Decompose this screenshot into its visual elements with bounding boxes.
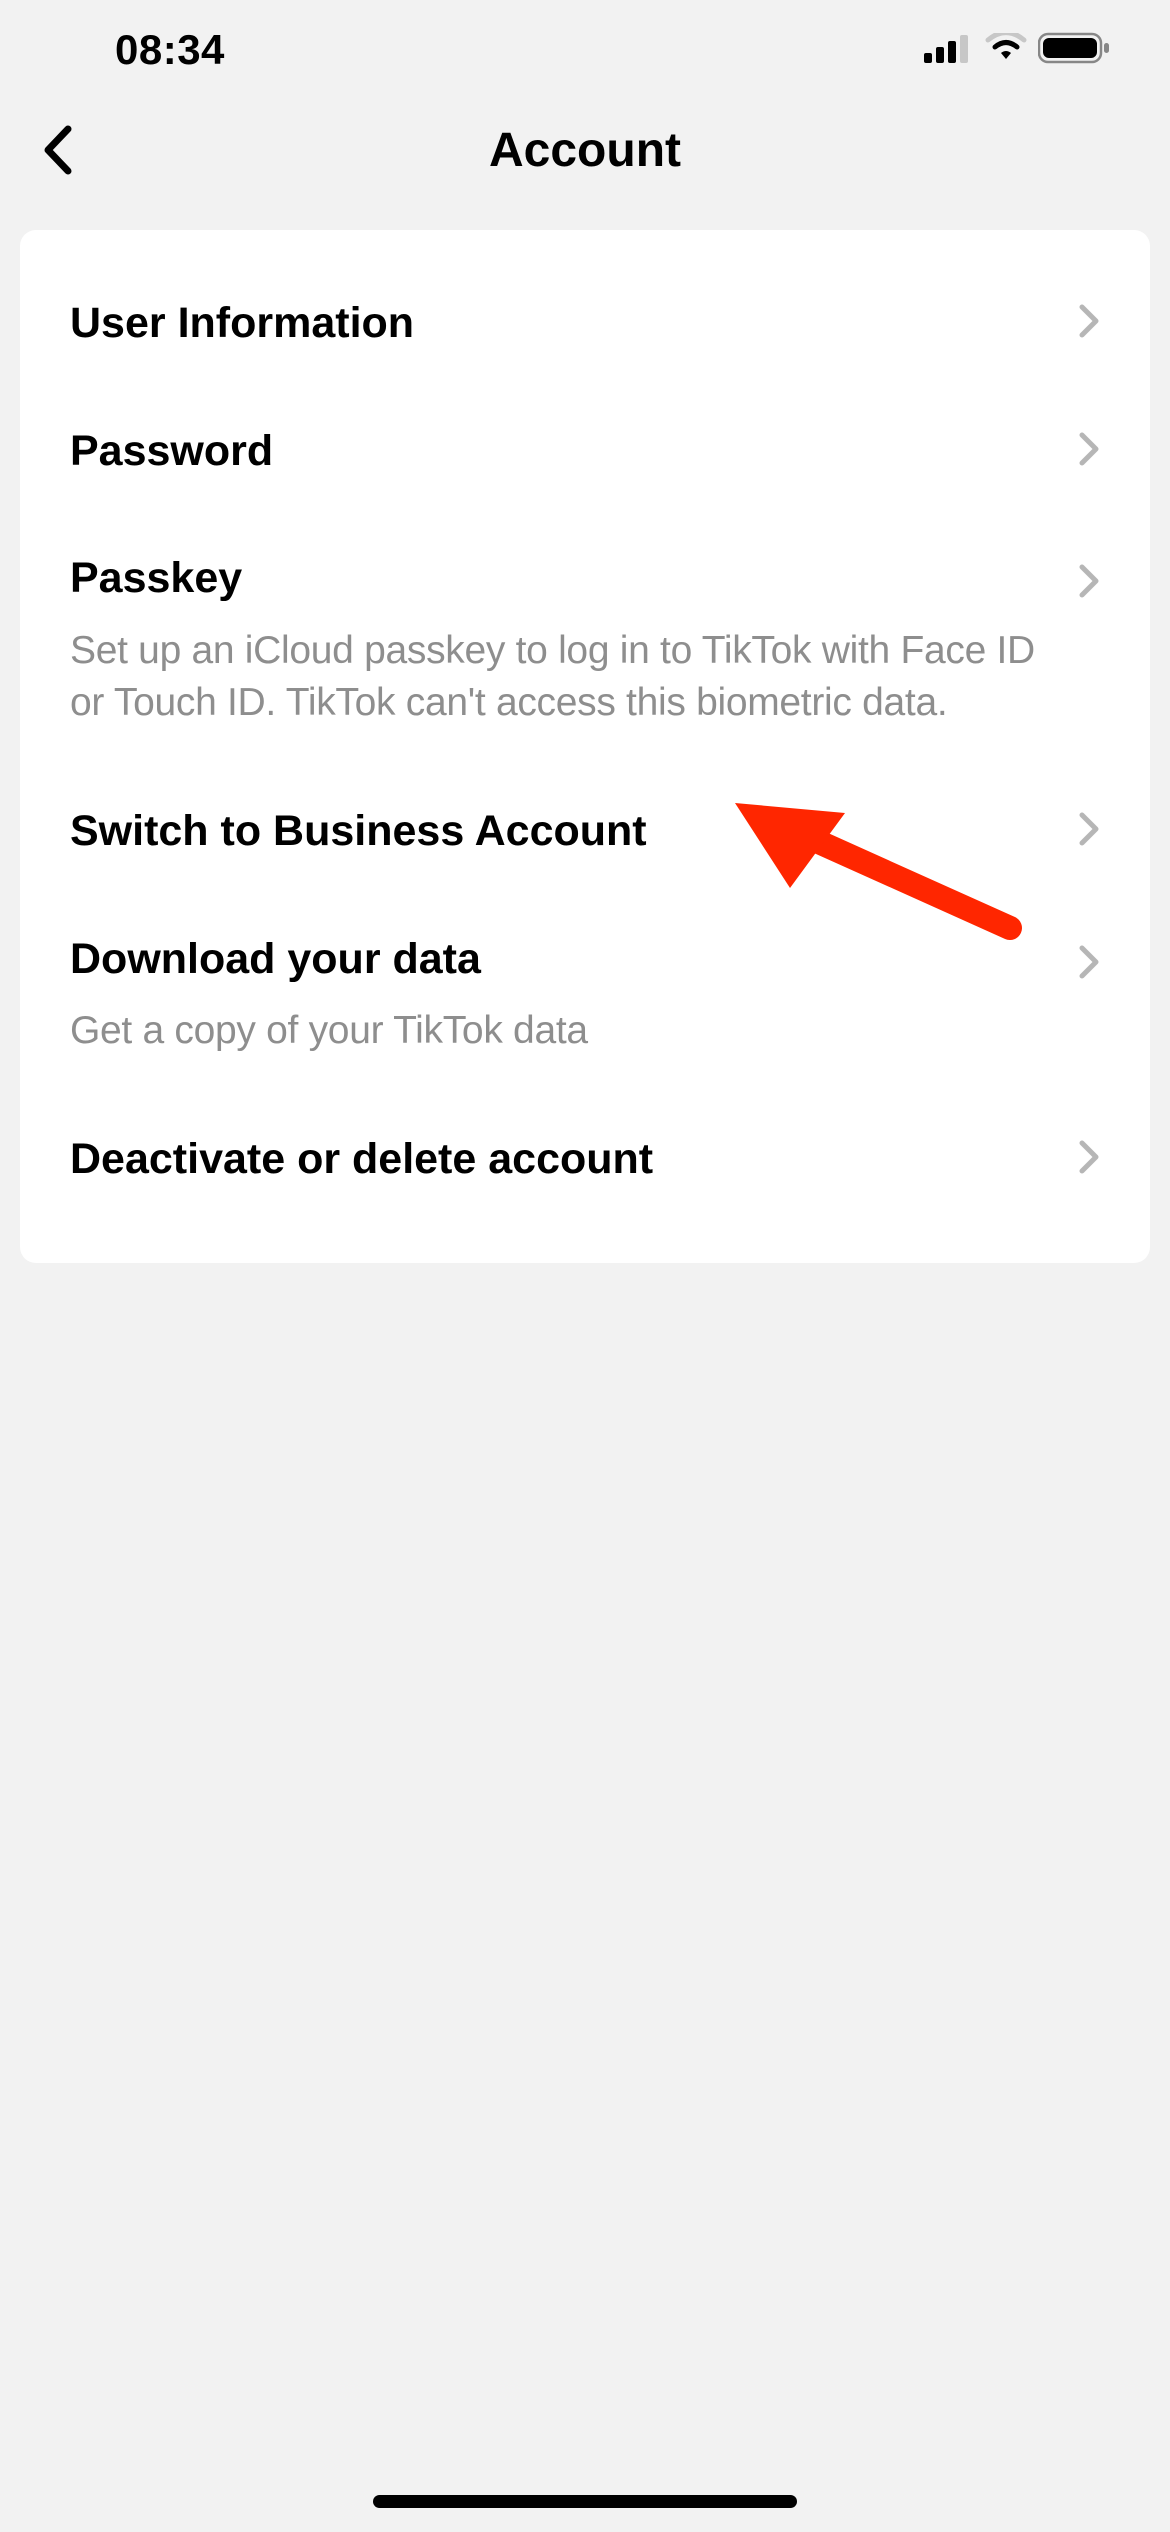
menu-item-password[interactable]: Password [70, 388, 1100, 516]
back-button[interactable] [40, 123, 76, 177]
menu-item-passkey[interactable]: Passkey Set up an iCloud passkey to log … [70, 515, 1100, 768]
status-bar: 08:34 [0, 0, 1170, 100]
menu-item-label: Switch to Business Account [70, 806, 1058, 858]
chevron-right-icon [1078, 563, 1100, 604]
menu-item-label: User Information [70, 298, 1058, 350]
menu-item-label: Password [70, 426, 1058, 478]
menu-item-label: Passkey [70, 553, 1058, 605]
chevron-right-icon [1078, 811, 1100, 852]
account-menu-card: User Information Password Passkey Set up… [20, 230, 1150, 1263]
menu-item-description: Get a copy of your TikTok data [70, 1005, 1058, 1058]
status-time: 08:34 [115, 26, 225, 74]
status-indicators [924, 32, 1110, 69]
home-indicator [373, 2495, 797, 2508]
battery-icon [1038, 32, 1110, 69]
chevron-right-icon [1078, 431, 1100, 472]
nav-header: Account [0, 100, 1170, 200]
chevron-right-icon [1078, 303, 1100, 344]
wifi-icon [984, 33, 1028, 68]
menu-item-deactivate-delete[interactable]: Deactivate or delete account [70, 1096, 1100, 1224]
chevron-right-icon [1078, 944, 1100, 985]
menu-item-description: Set up an iCloud passkey to log in to Ti… [70, 625, 1058, 730]
chevron-left-icon [40, 123, 76, 177]
menu-item-user-information[interactable]: User Information [70, 260, 1100, 388]
cellular-icon [924, 33, 974, 68]
menu-item-label: Deactivate or delete account [70, 1134, 1058, 1186]
menu-item-label: Download your data [70, 934, 1058, 986]
chevron-right-icon [1078, 1139, 1100, 1180]
page-title: Account [40, 123, 1130, 178]
menu-item-switch-business[interactable]: Switch to Business Account [70, 768, 1100, 896]
menu-item-download-data[interactable]: Download your data Get a copy of your Ti… [70, 896, 1100, 1096]
